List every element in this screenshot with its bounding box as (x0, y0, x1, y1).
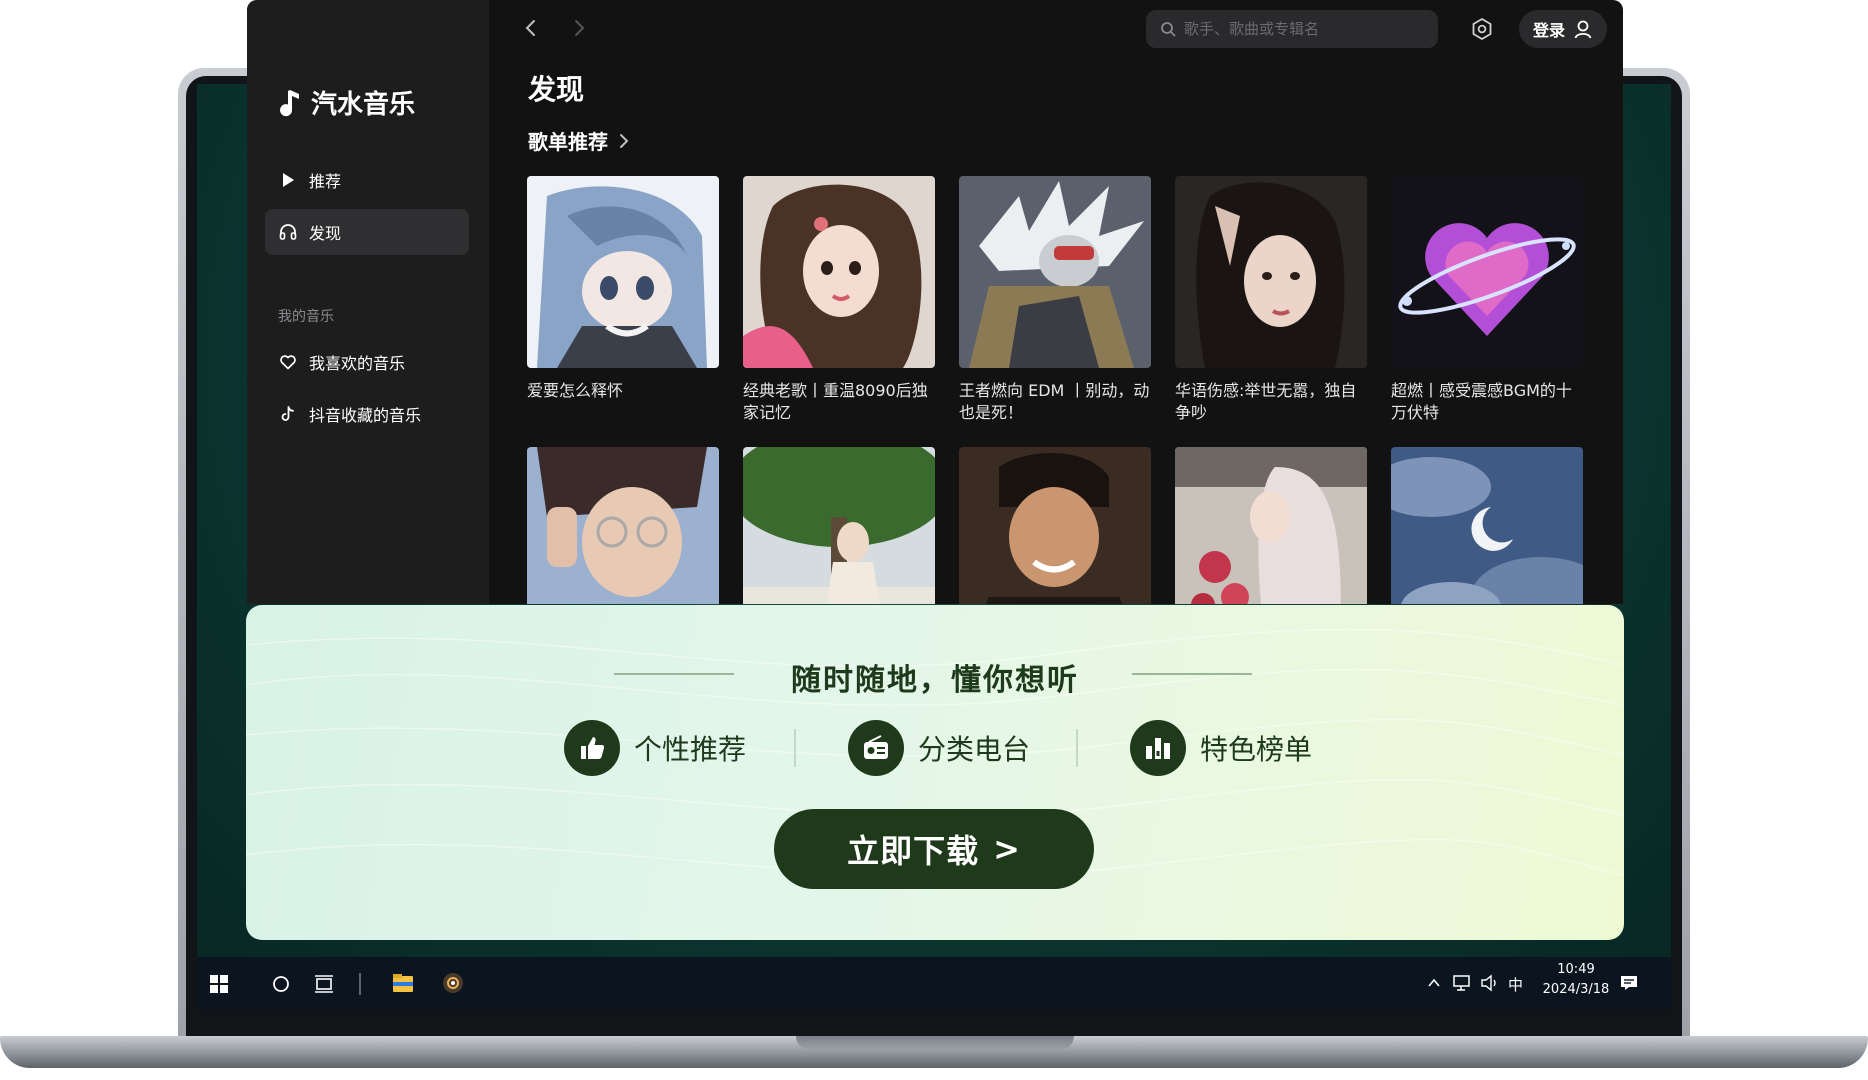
search-circle-icon[interactable] (272, 975, 290, 993)
playlist-cover[interactable] (1391, 447, 1583, 604)
radio-icon (848, 720, 904, 776)
clock-date[interactable]: 2024/3/18 (1534, 982, 1618, 997)
sidebar-item-label: 发现 (309, 224, 342, 243)
login-label: 登录 (1532, 21, 1565, 40)
volume-icon[interactable] (1480, 974, 1500, 992)
section-title: 歌单推荐 (528, 130, 608, 154)
thumbs-up-icon (564, 720, 620, 776)
sidebar-item-recommend[interactable]: 推荐 (265, 157, 469, 203)
download-label: 立即下载 (847, 832, 980, 870)
feature-separator (1076, 729, 1078, 767)
playlist-card[interactable]: 超燃丨感受震感BGM的十万伏特 (1391, 176, 1583, 424)
music-note-logo-icon (280, 89, 299, 116)
notification-icon[interactable] (1620, 974, 1638, 992)
back-arrow-icon[interactable] (521, 16, 541, 40)
download-arrow: > (993, 830, 1021, 868)
app-name: 汽水音乐 (311, 90, 416, 120)
sidebar: 汽水音乐 推荐 发现 我的音乐 我喜欢的音乐 抖音收藏的音乐 (247, 0, 489, 604)
feature-label: 分类电台 (918, 733, 1031, 766)
feature-label: 特色榜单 (1200, 733, 1313, 766)
playlist-cover[interactable] (959, 447, 1151, 604)
search-input[interactable] (1184, 20, 1414, 38)
feature-charts: 特色榜单 (1130, 720, 1312, 776)
chevron-right-icon (620, 133, 629, 148)
playlist-cover[interactable] (743, 447, 935, 604)
playlist-title[interactable]: 华语伤感:举世无嚣，独自争吵 (1175, 380, 1367, 424)
playlist-title[interactable]: 超燃丨感受震感BGM的十万伏特 (1391, 380, 1583, 424)
network-icon[interactable] (1452, 974, 1472, 992)
playlist-title[interactable]: 经典老歌丨重温8090后独家记忆 (743, 380, 935, 424)
download-promo-banner: 随时随地，懂你想听 个性推荐 分类电台 特色榜单 立即下载 > (246, 605, 1624, 940)
tiktok-icon (281, 406, 294, 421)
playlist-card[interactable] (527, 447, 719, 604)
chart-bars-icon (1130, 720, 1186, 776)
playlist-card[interactable]: 华语伤感:举世无嚣，独自争吵 (1175, 176, 1367, 424)
page-title: 发现 (528, 73, 585, 106)
heading-divider-right (1132, 673, 1252, 675)
taskbar-divider (359, 973, 361, 995)
playlist-card[interactable]: 王者燃向 EDM 丨别动，动也是死！ (959, 176, 1151, 424)
feature-personalized: 个性推荐 (564, 720, 746, 776)
clock-time[interactable]: 10:49 (1548, 962, 1604, 977)
download-now-button[interactable]: 立即下载 > (774, 809, 1094, 889)
sidebar-item-douyin-music[interactable]: 抖音收藏的音乐 (265, 391, 469, 437)
playlist-card[interactable]: 经典老歌丨重温8090后独家记忆 (743, 176, 935, 424)
file-explorer-icon[interactable] (392, 973, 414, 993)
playlist-cover[interactable] (527, 447, 719, 604)
music-app-window: 汽水音乐 推荐 发现 我的音乐 我喜欢的音乐 抖音收藏的音乐 登录 发现 (247, 0, 1623, 604)
my-music-section-label: 我的音乐 (278, 309, 334, 325)
headphones-icon (279, 224, 297, 240)
playlist-card[interactable] (959, 447, 1151, 604)
search-icon (1161, 22, 1176, 37)
sidebar-item-label: 我喜欢的音乐 (309, 354, 406, 373)
playlist-card[interactable] (1175, 447, 1367, 604)
play-icon (283, 173, 294, 187)
laptop-hinge-notch (796, 1036, 1074, 1050)
app-taskbar-icon[interactable] (442, 972, 464, 994)
playlist-cover[interactable] (743, 176, 935, 368)
app-logo[interactable]: 汽水音乐 (277, 84, 415, 121)
windows-start-icon[interactable] (210, 975, 228, 993)
playlist-cover[interactable] (527, 176, 719, 368)
playlist-card[interactable] (1391, 447, 1583, 604)
chevron-up-icon[interactable] (1426, 975, 1442, 991)
playlist-cover[interactable] (1391, 176, 1583, 368)
sidebar-item-discover[interactable]: 发现 (265, 209, 469, 255)
forward-arrow-icon[interactable] (569, 16, 589, 40)
playlist-cover[interactable] (1175, 176, 1367, 368)
playlist-title[interactable]: 王者燃向 EDM 丨别动，动也是死！ (959, 380, 1151, 424)
feature-separator (794, 729, 796, 767)
sidebar-item-label: 推荐 (309, 172, 342, 191)
windows-taskbar (197, 957, 1671, 1009)
login-button[interactable]: 登录 (1519, 10, 1607, 48)
playlist-card[interactable]: 爱要怎么释怀 (527, 176, 719, 402)
playlist-title[interactable]: 爱要怎么释怀 (527, 380, 719, 402)
ime-indicator[interactable]: 中 (1508, 974, 1523, 995)
sidebar-item-liked-music[interactable]: 我喜欢的音乐 (265, 339, 469, 385)
promo-heading: 随时随地，懂你想听 (791, 663, 1079, 698)
sidebar-item-label: 抖音收藏的音乐 (309, 406, 422, 425)
feature-radio: 分类电台 (848, 720, 1030, 776)
playlist-card[interactable] (743, 447, 935, 604)
heart-icon (280, 355, 296, 370)
search-box[interactable] (1146, 10, 1438, 48)
settings-icon[interactable] (1468, 15, 1496, 43)
playlist-cover[interactable] (1175, 447, 1367, 604)
playlist-section-header[interactable]: 歌单推荐 (528, 126, 630, 155)
playlist-cover[interactable] (959, 176, 1151, 368)
task-view-icon[interactable] (314, 975, 334, 993)
user-icon (1574, 20, 1592, 39)
feature-label: 个性推荐 (634, 733, 747, 766)
